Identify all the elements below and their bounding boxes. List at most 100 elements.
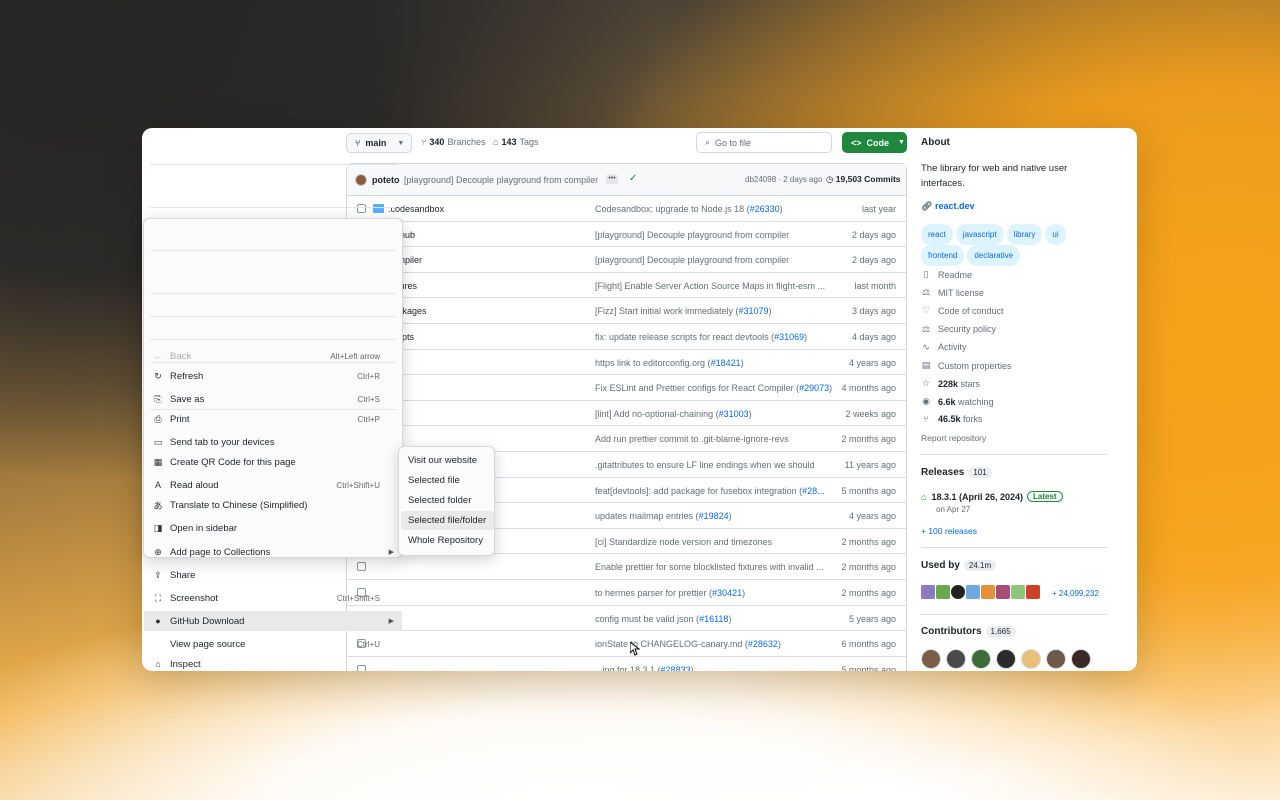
commit-message[interactable]: config must be valid json (#16118) [595, 614, 731, 624]
pr-link[interactable]: #16118 [699, 614, 728, 624]
used-by-heading[interactable]: Used by 24.1m [921, 560, 997, 571]
menu-item-save-as[interactable]: ⎘ Save as Ctrl+S [144, 389, 402, 409]
topic-tag[interactable]: library [1006, 224, 1043, 245]
pr-link[interactable]: #28632 [748, 639, 778, 649]
row-checkbox[interactable] [357, 204, 366, 213]
pr-link[interactable]: #30421 [712, 588, 742, 598]
avatar[interactable] [946, 649, 966, 669]
table-row[interactable]: compiler [playground] Decouple playground… [347, 247, 906, 273]
ellipsis-icon[interactable]: ••• [606, 174, 618, 184]
submenu-item-visit-our-website[interactable]: Visit our website [401, 451, 494, 470]
avatar[interactable] [996, 649, 1016, 669]
commit-message[interactable]: updates mailmap entries (#19824) [595, 511, 732, 521]
menu-item-inspect[interactable]: ⌂ Inspect [144, 654, 402, 674]
pr-link[interactable]: #18421 [711, 358, 741, 368]
contributors-heading[interactable]: Contributors 1,665 [921, 626, 1016, 637]
report-repository-link[interactable]: Report repository [921, 433, 986, 443]
topic-tag[interactable]: ui [1045, 224, 1066, 245]
pr-link[interactable]: #31069 [774, 332, 804, 342]
commits-link[interactable]: ◷ 19,503 Commits [826, 174, 901, 185]
commit-author[interactable]: poteto [372, 175, 400, 185]
commit-message[interactable]: ...ing for 18.3.1 (#28833) [595, 665, 694, 671]
forks-link[interactable]: ⑂ 46.5k forks [921, 414, 982, 424]
table-row[interactable]: config must be valid json (#16118) 5 year… [347, 606, 906, 632]
used-by-more-link[interactable]: + 24,099,232 [1052, 589, 1099, 598]
code-button[interactable]: <> Code ▼ [842, 132, 907, 153]
topic-tag[interactable]: declarative [967, 245, 1021, 266]
commit-message[interactable]: [playground] Decouple playground from co… [595, 230, 789, 240]
menu-item-refresh[interactable]: ↻ Refresh Ctrl+R [144, 366, 402, 386]
pr-link[interactable]: #28833 [661, 665, 691, 671]
menu-item-github-download[interactable]: ● GitHub Download ▶ [144, 611, 402, 631]
menu-item-screenshot[interactable]: ⛶ Screenshot Ctrl+Shift+S [144, 588, 402, 608]
table-row[interactable]: [lint] Add no-optional-chaining (#31003)… [347, 401, 906, 427]
commit-message[interactable]: [playground] Decouple playground from co… [404, 175, 598, 185]
branches-link[interactable]: ⑂ 340 Branches [421, 137, 485, 147]
about-item-activity[interactable]: ∿ Activity [921, 342, 966, 353]
pr-link[interactable]: #29073 [799, 383, 829, 393]
menu-item-back[interactable]: ← Back Alt+Left arrow [144, 346, 402, 366]
avatar[interactable] [921, 649, 941, 669]
latest-release[interactable]: ⌂ 18.3.1 (April 26, 2024) Latest [921, 491, 1063, 502]
table-row[interactable]: .codesandbox Codesandbox: upgrade to Node… [347, 196, 906, 222]
table-row[interactable]: ...ing for 18.3.1 (#28833) 5 months ago [347, 657, 906, 671]
watching-link[interactable]: ◉ 6.6k watching [921, 396, 994, 407]
commit-message[interactable]: [playground] Decouple playground from co… [595, 255, 789, 265]
menu-item-view-page-source[interactable]: View page source Ctrl+U [144, 634, 402, 654]
branch-selector-button[interactable]: ⑂ main ▼ [346, 133, 412, 153]
about-item-readme[interactable]: ▯ Readme [921, 269, 973, 280]
commit-message[interactable]: https link to editorconfig.org (#18421) [595, 358, 744, 368]
commit-message[interactable]: [Flight] Enable Server Action Source Map… [595, 281, 825, 291]
more-releases-link[interactable]: + 100 releases [921, 526, 977, 536]
website-link[interactable]: 🔗︎ react.dev [921, 201, 974, 212]
table-row[interactable]: to hermes parser for prettier (#30421) 2 … [347, 580, 906, 606]
commit-message[interactable]: [Fizz] Start initial work immediately (#… [595, 306, 772, 316]
commit-message[interactable]: Codesandbox: upgrade to Node.js 18 (#263… [595, 204, 783, 214]
commit-message[interactable]: [lint] Add no-optional-chaining (#31003) [595, 409, 752, 419]
commit-hash-time[interactable]: db24098 · 2 days ago [745, 175, 822, 184]
table-row[interactable]: .github[playground] Decouple playground … [347, 222, 906, 248]
table-row[interactable]: Enable prettier for some blocklisted fix… [347, 554, 906, 580]
commit-message[interactable]: to hermes parser for prettier (#30421) [595, 588, 745, 598]
avatar[interactable] [1021, 649, 1041, 669]
avatar[interactable] [971, 649, 991, 669]
menu-item-print[interactable]: ⎙ Print Ctrl+P [144, 409, 402, 429]
commit-message[interactable]: fix: update release scripts for react de… [595, 332, 807, 342]
releases-heading[interactable]: Releases 101 [921, 467, 992, 478]
submenu-item-selected-file[interactable]: Selected file [401, 471, 494, 490]
table-row[interactable]: ionState to CHANGELOG-canary.md (#28632)… [347, 631, 906, 657]
topic-tag[interactable]: react [921, 224, 953, 245]
table-row[interactable]: fixtures[Flight] Enable Server Action So… [347, 273, 906, 299]
pr-link[interactable]: #26330 [750, 204, 780, 214]
table-row[interactable]: scriptsfix: update release scripts for r… [347, 324, 906, 350]
go-to-file-input[interactable]: ⌕ Go to file [696, 132, 832, 153]
table-row[interactable]: packages[Fizz] Start initial work immedi… [347, 298, 906, 324]
avatar[interactable] [355, 174, 367, 186]
menu-item-create-qr-code-for-this-page[interactable]: ▦ Create QR Code for this page [144, 452, 402, 472]
commit-message[interactable]: Fix ESLint and Prettier configs for Reac… [595, 383, 832, 393]
about-item-custom-properties[interactable]: ▤ Custom properties [921, 360, 1012, 371]
about-item-security-policy[interactable]: ⚖ Security policy [921, 324, 996, 335]
commit-message[interactable]: .gitattributes to ensure LF line endings… [595, 460, 815, 470]
menu-item-share[interactable]: ⇪ Share [144, 565, 402, 585]
pr-link[interactable]: #31079 [739, 306, 769, 316]
menu-item-send-tab-to-your-devices[interactable]: ▭ Send tab to your devices [144, 432, 402, 452]
table-row[interactable]: https link to editorconfig.org (#18421) 4… [347, 350, 906, 376]
menu-item-add-page-to-collections[interactable]: ⊕ Add page to Collections ▶ [144, 542, 402, 562]
about-item-code-of-conduct[interactable]: ♡ Code of conduct [921, 305, 1004, 316]
pr-link[interactable]: #28... [802, 486, 825, 496]
menu-item-translate-to-chinese-simplified[interactable]: あ Translate to Chinese (Simplified) [144, 495, 402, 515]
commit-message[interactable]: Enable prettier for some blocklisted fix… [595, 562, 824, 572]
commit-message[interactable]: Add run prettier commit to .git-blame-ig… [595, 434, 789, 444]
stars-link[interactable]: ☆ 228k stars [921, 378, 980, 389]
about-item-mit-license[interactable]: ⚖ MIT license [921, 287, 984, 298]
pr-link[interactable]: #31003 [719, 409, 749, 419]
submenu-item-selected-file-folder[interactable]: Selected file/folder [401, 511, 494, 530]
submenu-item-selected-folder[interactable]: Selected folder [401, 491, 494, 510]
commit-message[interactable]: [ci] Standardize node version and timezo… [595, 537, 772, 547]
commit-message[interactable]: ionState to CHANGELOG-canary.md (#28632) [595, 639, 781, 649]
avatar[interactable] [1071, 649, 1091, 669]
topic-tag[interactable]: frontend [921, 245, 965, 266]
commit-message[interactable]: feat[devtools]: add package for fusebox … [595, 486, 825, 496]
used-by-avatars[interactable] [921, 585, 1051, 601]
